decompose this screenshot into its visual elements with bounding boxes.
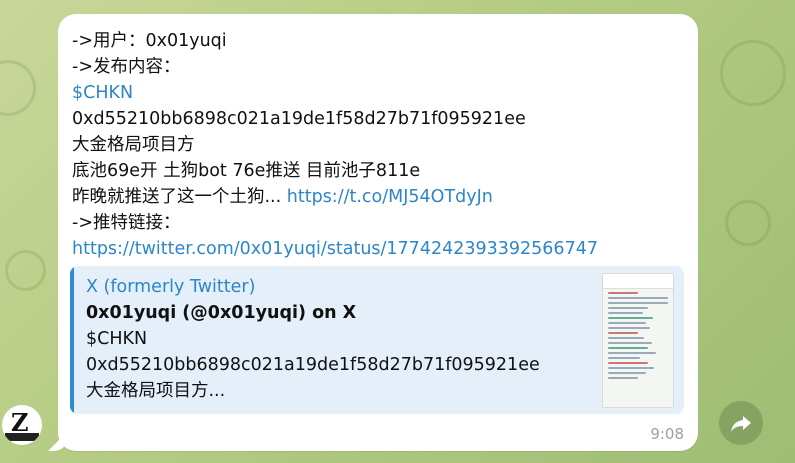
thumbnail-line [608,347,648,349]
preview-title: 0x01yuqi (@0x01yuqi) on X [86,303,357,323]
link-preview[interactable]: X (formerly Twitter) 0x01yuqi (@0x01yuqi… [70,266,684,414]
thumbnail-line [608,352,656,354]
thumbnail-line [608,292,638,294]
thumbnail-line [608,362,648,364]
preview-site-name: X (formerly Twitter) [86,277,256,297]
message-line: 底池69e开 土狗bot 76e推送 目前池子811e [72,161,421,181]
thumbnail-line [608,342,652,344]
message-line: 昨晚就推送了这一个土狗... https://t.co/MJ54OTdyJn [72,184,684,210]
preview-content: X (formerly Twitter) 0x01yuqi (@0x01yuqi… [86,274,540,404]
cashtag-link[interactable]: $CHKN [72,80,684,106]
preview-line: 大金格局项目方... [86,381,226,401]
thumbnail-line [608,302,668,304]
message-line: ->推特链接： [72,213,181,233]
share-arrow-icon [731,416,751,432]
message-text: ->用户：0x01yuqi ->发布内容： $CHKN 0xd55210bb68… [72,28,684,262]
wallpaper-doodle [725,200,771,246]
thumbnail-line [608,327,650,329]
wallpaper-doodle [0,60,36,116]
preview-accent-bar [70,266,74,414]
logo-wordmark [5,433,39,441]
message-line: 大金格局项目方 [72,135,195,155]
thumbnail-line [608,307,648,309]
message-line-text: 昨晚就推送了这一个土狗... [72,187,282,207]
preview-line: $CHKN [86,329,148,349]
thumbnail-line [608,312,643,314]
thumbnail-line [608,357,640,359]
sender-avatar[interactable]: Z [2,405,42,445]
message-timestamp: 9:08 [650,425,684,443]
thumbnail-line [608,337,644,339]
thumbnail-line [608,322,646,324]
thumbnail-line [608,317,653,319]
short-link[interactable]: https://t.co/MJ54OTdyJn [287,187,493,207]
thumbnail-line [608,367,654,369]
wallpaper-doodle [5,250,46,291]
message-line: ->用户：0x01yuqi [72,31,227,51]
thumbnail-line [608,377,638,379]
thumbnail-header [603,274,673,289]
message-line: ->发布内容： [72,57,181,77]
thumbnail-line [608,297,668,299]
preview-thumbnail[interactable] [602,273,674,408]
thumbnail-line [608,332,638,334]
message-line: 0xd55210bb6898c021a19de1f58d27b71f095921… [72,109,526,129]
tweet-link[interactable]: https://twitter.com/0x01yuqi/status/1774… [72,236,684,262]
wallpaper-doodle [720,40,786,106]
preview-line: 0xd55210bb6898c021a19de1f58d27b71f095921… [86,355,540,375]
message-bubble[interactable]: ->用户：0x01yuqi ->发布内容： $CHKN 0xd55210bb68… [58,14,698,451]
thumbnail-line [608,372,646,374]
forward-button[interactable] [719,401,763,445]
